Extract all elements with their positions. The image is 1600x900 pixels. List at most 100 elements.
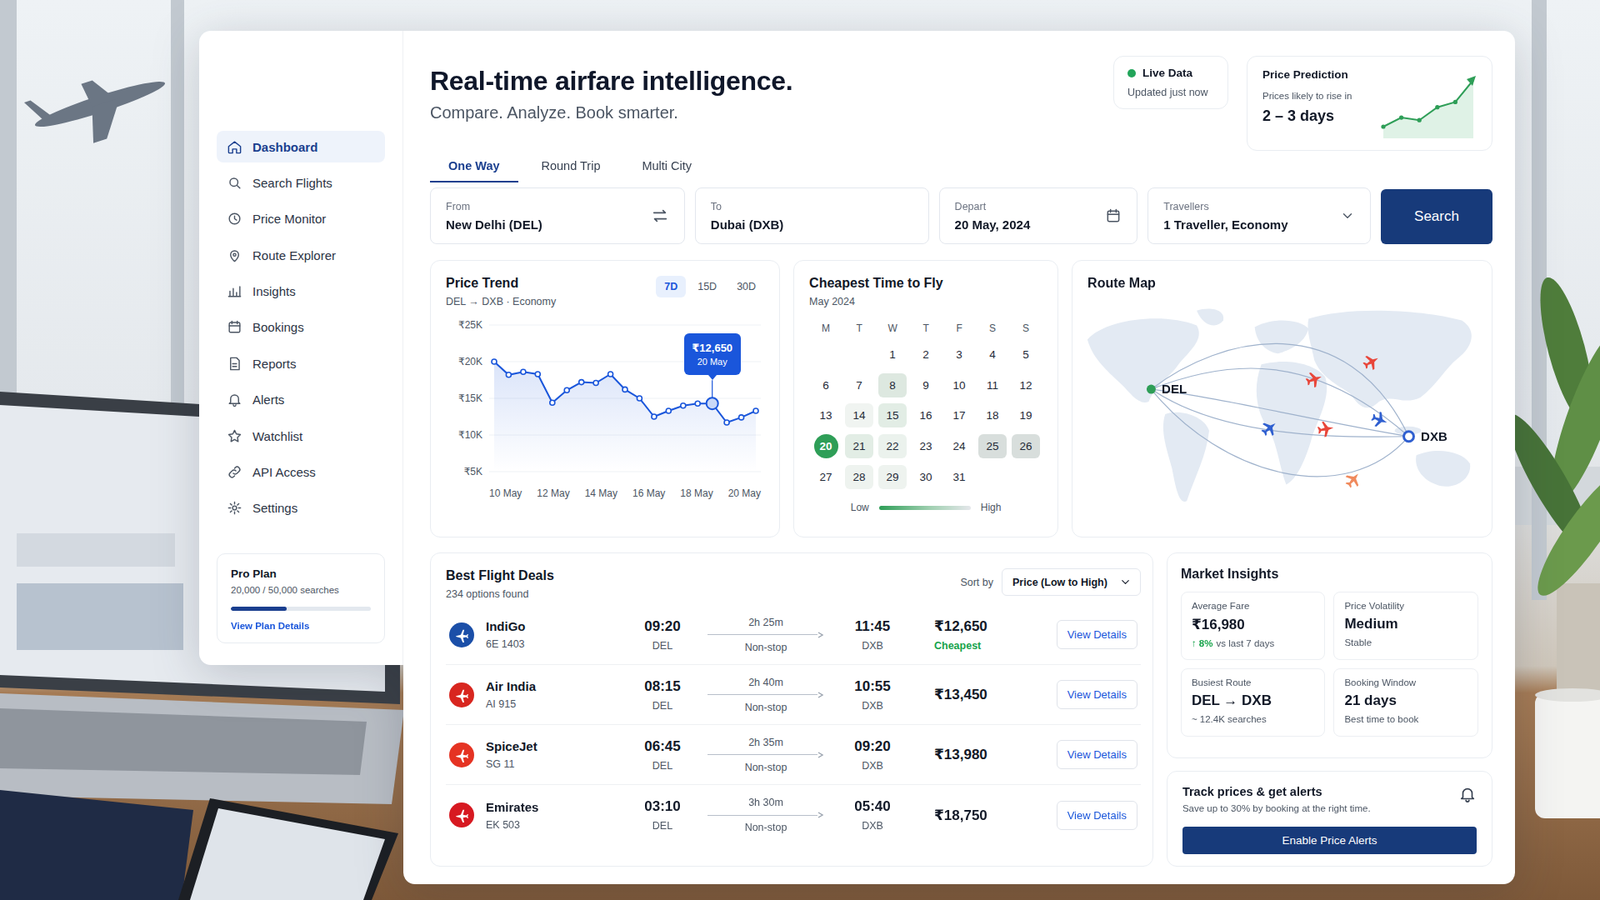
chart-point[interactable] — [724, 420, 730, 425]
calendar-day[interactable]: 1 — [875, 339, 910, 370]
flight-deal-row[interactable]: EmiratesEK 50303:10DEL3h 30mNon-stop05:4… — [445, 785, 1141, 845]
field-value[interactable]: 20 May, 2024 — [955, 217, 1031, 232]
sidebar-item[interactable]: Settings — [216, 492, 385, 525]
sidebar-item[interactable]: Bookings — [216, 311, 385, 344]
calendar-day[interactable]: 7 — [842, 370, 876, 401]
calendar-day[interactable]: 13 — [809, 400, 843, 431]
x-tick: 16 May — [632, 487, 665, 500]
calendar-day[interactable]: 6 — [809, 370, 843, 401]
trip-type-tab[interactable]: Multi City — [623, 150, 710, 183]
calendar-day[interactable]: 28 — [842, 461, 876, 493]
range-selector: 7D15D30D — [655, 275, 765, 298]
calendar-day[interactable]: 17 — [942, 400, 976, 431]
view-details-button[interactable]: View Details — [1056, 620, 1138, 650]
swap-icon — [650, 206, 670, 225]
calendar-day[interactable]: 26 — [1009, 430, 1043, 462]
chart-point[interactable] — [491, 359, 497, 365]
sidebar-item[interactable]: Alerts — [216, 384, 385, 416]
calendar-day[interactable]: 27 — [809, 461, 843, 493]
sidebar-item[interactable]: API Access — [216, 456, 385, 489]
search-field[interactable]: ToDubai (DXB) — [695, 187, 930, 245]
destination-dot[interactable] — [1404, 431, 1415, 442]
calendar-day[interactable]: 2 — [909, 339, 943, 370]
calendar-day[interactable]: 14 — [842, 400, 876, 431]
chart-point-highlight[interactable] — [706, 397, 719, 410]
field-value[interactable]: New Delhi (DEL) — [445, 217, 543, 232]
flight-deal-row[interactable]: SpiceJetSG 1106:45DEL2h 35mNon-stop09:20… — [445, 725, 1141, 785]
calendar-day[interactable]: 9 — [909, 370, 943, 401]
range-button[interactable]: 30D — [728, 275, 765, 298]
search-field[interactable]: FromNew Delhi (DEL) — [430, 187, 685, 245]
search-field[interactable]: Travellers1 Traveller, Economy — [1147, 187, 1371, 245]
chart-point[interactable] — [680, 403, 686, 409]
calendar-day[interactable]: 19 — [1009, 400, 1043, 431]
calendar-day-number: 13 — [811, 403, 840, 428]
calendar-day[interactable]: 15 — [875, 400, 910, 431]
view-details-button[interactable]: View Details — [1056, 680, 1138, 710]
range-button[interactable]: 15D — [689, 275, 725, 298]
sidebar-item[interactable]: Watchlist — [216, 420, 385, 452]
view-details-button[interactable]: View Details — [1056, 740, 1138, 770]
view-plan-link[interactable]: View Plan Details — [230, 620, 371, 631]
calendar-day[interactable]: 8 — [875, 370, 910, 401]
sidebar-item[interactable]: Dashboard — [216, 130, 385, 163]
calendar-day[interactable]: 12 — [1009, 370, 1043, 401]
range-button[interactable]: 7D — [655, 275, 686, 298]
calendar-day[interactable]: 10 — [942, 370, 976, 401]
calendar-day[interactable]: 11 — [975, 370, 1010, 401]
calendar-day[interactable]: 23 — [909, 430, 943, 462]
chart-point[interactable] — [608, 371, 614, 377]
calendar-day[interactable]: 16 — [909, 400, 943, 431]
sort-dropdown[interactable]: Price (Low to High) — [1001, 568, 1141, 596]
chart-point[interactable] — [593, 380, 599, 386]
chart-point[interactable] — [579, 380, 585, 385]
calendar-day[interactable]: 22 — [875, 430, 910, 462]
sidebar-item[interactable]: Price Monitor — [216, 203, 385, 235]
chart-point[interactable] — [695, 400, 700, 406]
calendar-day[interactable]: 18 — [975, 400, 1010, 431]
plane-icon — [1316, 420, 1335, 438]
sidebar-item[interactable]: Insights — [216, 275, 385, 308]
calendar-day[interactable]: 5 — [1009, 339, 1043, 370]
trip-type-tab[interactable]: One Way — [430, 150, 519, 183]
insight-note: ~ 12.4K searches — [1191, 714, 1267, 725]
flight-deal-row[interactable]: IndiGo6E 140309:20DEL2h 25mNon-stop11:45… — [445, 605, 1141, 665]
calendar-day[interactable]: 24 — [942, 430, 976, 462]
chart-point[interactable] — [535, 371, 540, 377]
search-field[interactable]: Depart20 May, 2024 — [939, 187, 1139, 245]
chart-point[interactable] — [564, 387, 570, 393]
plan-title: Pro Plan — [230, 567, 371, 580]
route-arc — [1150, 389, 1409, 437]
chart-point[interactable] — [753, 408, 759, 414]
chart-point[interactable] — [550, 400, 555, 405]
trip-type-tab[interactable]: Round Trip — [523, 150, 620, 183]
bell-icon — [1458, 785, 1477, 804]
chart-point[interactable] — [622, 386, 628, 392]
calendar-day[interactable]: 4 — [975, 339, 1010, 370]
calendar-day[interactable]: 3 — [942, 339, 976, 370]
chart-point[interactable] — [739, 415, 745, 420]
sidebar-item[interactable]: Reports — [216, 347, 385, 380]
calendar-day[interactable]: 25 — [975, 430, 1010, 462]
enable-price-alerts-button[interactable]: Enable Price Alerts — [1182, 826, 1477, 855]
chart-point[interactable] — [665, 408, 671, 414]
chart-point[interactable] — [636, 395, 642, 401]
calendar-day[interactable]: 31 — [942, 461, 976, 493]
arrow-right-icon — [817, 691, 825, 699]
fare-price: ₹13,450 — [934, 685, 1045, 704]
prediction-value: 2 – 3 days — [1262, 107, 1352, 125]
field-value[interactable]: 1 Traveller, Economy — [1163, 217, 1288, 232]
calendar-day[interactable]: 20 — [809, 430, 843, 462]
chart-point[interactable] — [520, 369, 526, 375]
chart-point[interactable] — [505, 372, 511, 378]
calendar-day[interactable]: 21 — [842, 430, 876, 462]
sidebar-item[interactable]: Route Explorer — [216, 239, 385, 271]
field-value[interactable]: Dubai (DXB) — [710, 217, 785, 232]
view-details-button[interactable]: View Details — [1056, 800, 1138, 830]
sidebar-item[interactable]: Search Flights — [216, 166, 385, 199]
flight-deal-row[interactable]: Air IndiaAI 91508:15DEL2h 40mNon-stop10:… — [445, 665, 1141, 725]
search-button[interactable]: Search — [1380, 189, 1493, 245]
calendar-day[interactable]: 29 — [875, 461, 910, 493]
calendar-day[interactable]: 30 — [909, 461, 943, 493]
chart-point[interactable] — [651, 414, 657, 420]
